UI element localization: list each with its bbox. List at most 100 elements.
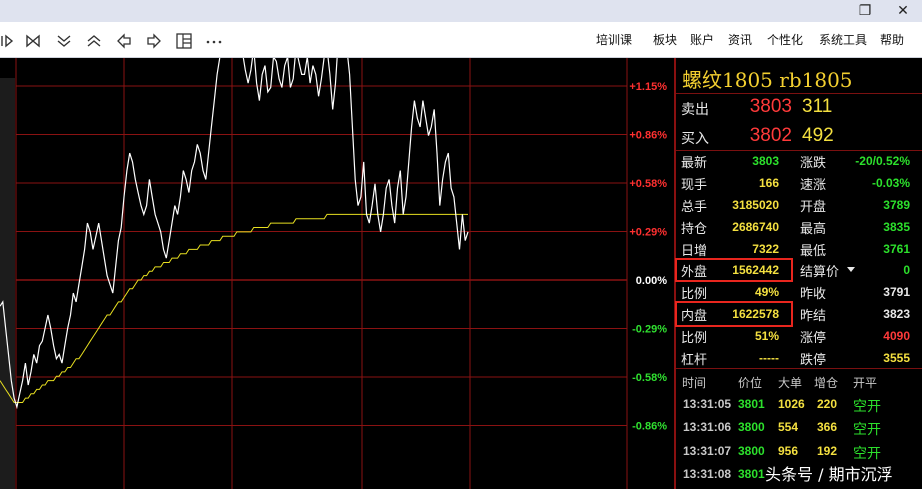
quote-row-label: 比例 bbox=[681, 331, 708, 346]
quote-row-label: 涨停 bbox=[800, 331, 827, 346]
percent-axis-label: 0.00% bbox=[636, 275, 667, 287]
menu-news[interactable]: 资讯 bbox=[728, 31, 752, 48]
step-forward-icon[interactable] bbox=[24, 32, 42, 50]
quote-row-value: 3791 bbox=[883, 285, 910, 299]
close-icon: ✕ bbox=[897, 3, 909, 19]
quote-row-value: -0.03% bbox=[871, 176, 910, 190]
tick-price: 3801 bbox=[738, 397, 765, 411]
sell-label: 卖出 bbox=[681, 102, 709, 118]
tick-column-header: 价位 bbox=[738, 376, 763, 390]
menu-personalize[interactable]: 个性化 bbox=[767, 31, 803, 48]
tick-open-close: 空开 bbox=[853, 398, 881, 414]
quote-row-label: 最新 bbox=[681, 156, 708, 171]
layout-panel-icon[interactable] bbox=[175, 32, 193, 50]
quote-row-label: 最高 bbox=[800, 222, 827, 237]
percent-axis-label: -0.29% bbox=[632, 324, 667, 336]
quote-row-value: 3835 bbox=[883, 220, 910, 234]
quote-row-value: 7322 bbox=[752, 242, 779, 256]
quote-row-label: 昨收 bbox=[800, 287, 827, 302]
quote-row-value: 3761 bbox=[883, 242, 910, 256]
left-scale-strip bbox=[0, 78, 15, 489]
more-options-icon[interactable] bbox=[205, 32, 223, 50]
menu-system-tools[interactable]: 系统工具 bbox=[819, 31, 867, 48]
intraday-chart[interactable]: +1.15% +0.86% +0.58% +0.29% 0.00% -0.29% -0.58… bbox=[0, 58, 674, 489]
tick-open-interest: 366 bbox=[817, 420, 838, 434]
quote-row-value: 3823 bbox=[883, 307, 910, 321]
chevron-double-up-icon[interactable] bbox=[85, 32, 103, 50]
tick-open-interest: 220 bbox=[817, 397, 838, 411]
quote-row-value: 3803 bbox=[752, 154, 779, 168]
percent-axis-label: -0.86% bbox=[632, 421, 667, 433]
tick-time: 13:31:06 bbox=[683, 420, 732, 434]
quote-row-label: 速涨 bbox=[800, 178, 827, 193]
tick-volume: 554 bbox=[778, 420, 799, 434]
tick-column-header: 开平 bbox=[853, 376, 878, 390]
arrow-right-icon[interactable] bbox=[145, 32, 163, 50]
tick-volume: 1026 bbox=[778, 397, 805, 411]
tick-open-close: 空开 bbox=[853, 445, 881, 461]
average-price-line bbox=[0, 213, 468, 403]
sell-volume: 311 bbox=[802, 96, 833, 117]
quote-row-label: 杠杆 bbox=[681, 353, 708, 368]
quote-row-value: 3185020 bbox=[732, 198, 779, 212]
divider bbox=[676, 150, 922, 151]
quote-row-value: ----- bbox=[759, 351, 779, 365]
tick-column-header: 时间 bbox=[682, 376, 707, 390]
quote-row-value: 3555 bbox=[883, 351, 910, 365]
quote-row-label: 跌停 bbox=[800, 353, 827, 368]
menu-account[interactable]: 账户 bbox=[690, 31, 714, 48]
inner-volume-highlight bbox=[675, 301, 793, 327]
arrow-left-icon[interactable] bbox=[115, 32, 133, 50]
quote-row-label: 开盘 bbox=[800, 200, 827, 215]
tick-open-interest: 192 bbox=[817, 444, 838, 458]
chevron-double-down-icon[interactable] bbox=[55, 32, 73, 50]
dropdown-arrow-icon[interactable] bbox=[846, 262, 856, 279]
divider bbox=[676, 93, 922, 94]
quote-row-label: 最低 bbox=[800, 244, 827, 259]
menu-help[interactable]: 帮助 bbox=[880, 31, 904, 48]
menu-sectors[interactable]: 板块 bbox=[653, 31, 677, 48]
quote-row-label: 持仓 bbox=[681, 222, 708, 237]
tick-price: 3800 bbox=[738, 420, 765, 434]
quote-row-value: 51% bbox=[754, 329, 779, 343]
tick-time: 13:31:08 bbox=[683, 467, 732, 481]
quote-row-label: 日增 bbox=[681, 244, 708, 259]
quote-row-value: 166 bbox=[758, 176, 779, 190]
step-back-icon[interactable] bbox=[0, 32, 18, 50]
quote-row-value: 2686740 bbox=[732, 220, 779, 234]
restore-icon: ❐ bbox=[858, 3, 872, 19]
tick-volume: 956 bbox=[778, 444, 799, 458]
tick-row: 13:31:05 3801 1026 220 空开 bbox=[676, 397, 922, 417]
intraday-chart-svg: +1.15% +0.86% +0.58% +0.29% 0.00% -0.29% -0.58… bbox=[0, 58, 667, 489]
percent-axis-label: -0.58% bbox=[632, 372, 667, 384]
window-title-bar: ❐ ✕ bbox=[0, 0, 922, 22]
tick-price: 3800 bbox=[738, 444, 765, 458]
quote-row-label: 涨跌 bbox=[800, 156, 827, 171]
tick-column-header: 增仓 bbox=[814, 376, 839, 390]
buy-price: 3802 bbox=[749, 125, 792, 146]
quote-panel: 螺纹1805 rb1805 卖出 3803 311 买入 3802 492 最新… bbox=[674, 58, 922, 489]
tick-time: 13:31:05 bbox=[683, 397, 732, 411]
buy-label: 买入 bbox=[681, 131, 709, 147]
close-window-button[interactable]: ✕ bbox=[880, 0, 922, 22]
tick-price: 3801 bbox=[738, 467, 765, 481]
tick-time: 13:31:07 bbox=[683, 444, 732, 458]
quote-row-value: 49% bbox=[754, 285, 779, 299]
quote-row-value: -20/0.52% bbox=[855, 154, 910, 168]
quote-row-label: 昨结 bbox=[800, 309, 827, 324]
toolbar: 培训课 板块 账户 资讯 个性化 系统工具 帮助 bbox=[0, 22, 922, 58]
price-line bbox=[0, 58, 469, 410]
menu-training[interactable]: 培训课 bbox=[596, 31, 632, 48]
quote-row-label: 现手 bbox=[681, 178, 708, 193]
percent-axis-label: +1.15% bbox=[629, 81, 667, 93]
outer-volume-highlight bbox=[675, 258, 793, 282]
percent-axis-label: +0.29% bbox=[629, 227, 667, 239]
divider bbox=[676, 368, 922, 369]
tick-column-header: 大单 bbox=[778, 376, 803, 390]
percent-axis-label: +0.58% bbox=[629, 178, 667, 190]
quote-row-label: 比例 bbox=[681, 287, 708, 302]
watermark-text: 头条号 / 期市沉浮 bbox=[765, 465, 893, 484]
tick-row: 13:31:06 3800 554 366 空开 bbox=[676, 420, 922, 440]
buy-volume: 492 bbox=[802, 125, 834, 146]
quote-row-label: 结算价 bbox=[800, 265, 840, 280]
